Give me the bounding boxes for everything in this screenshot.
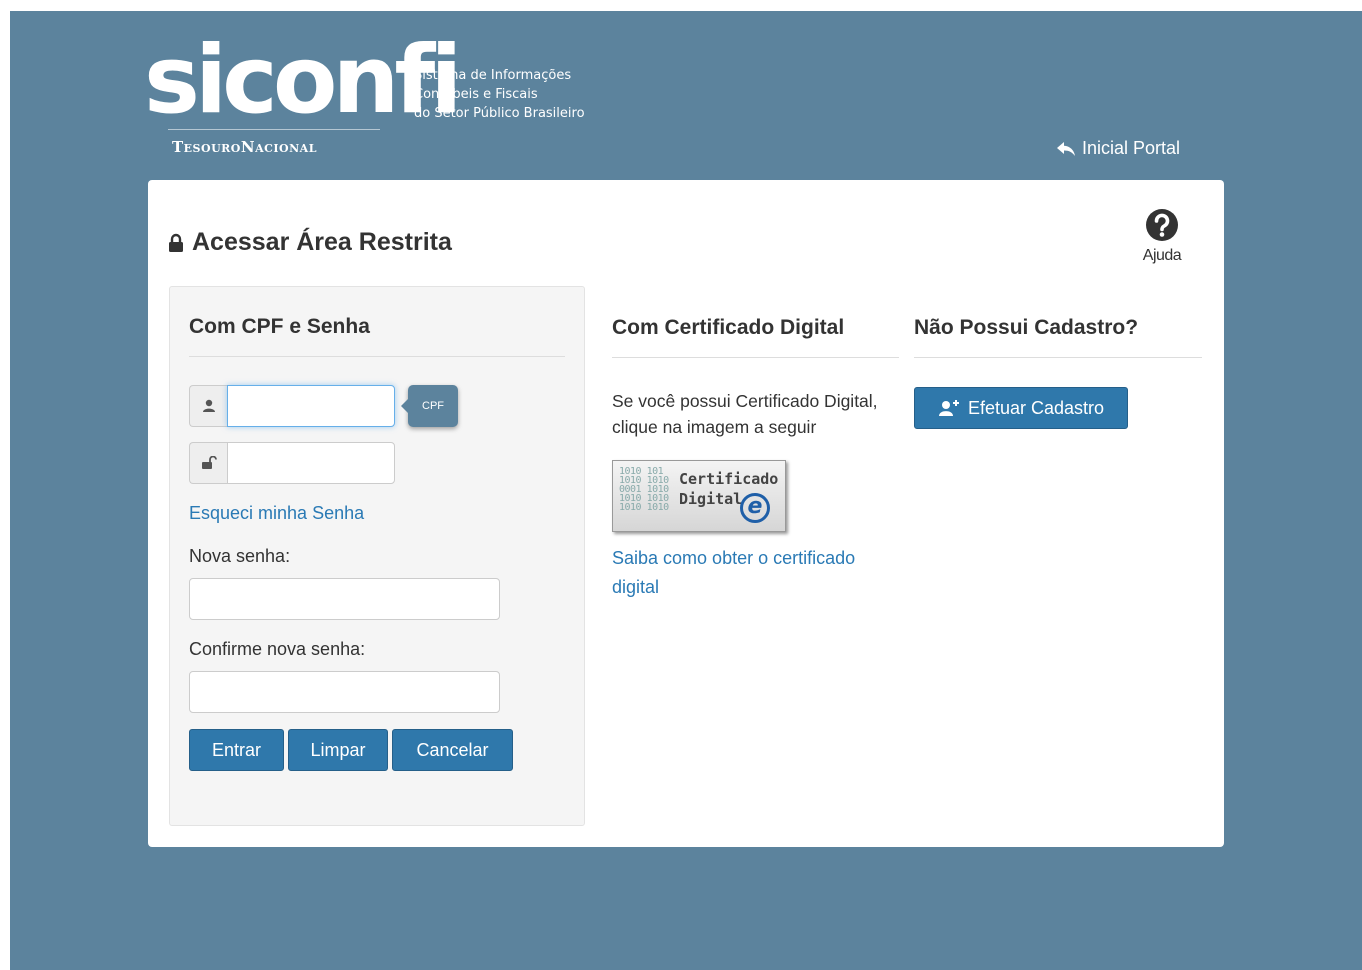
clear-button[interactable]: Limpar [288, 729, 388, 771]
tagline-line: Contábeis e Fiscais [414, 87, 538, 102]
cpf-login-form: Com CPF e Senha CPF Esqueci minha Senha [169, 286, 585, 826]
logo-tagline: Sistema de Informações Contábeis e Fisca… [414, 66, 585, 123]
cpf-heading: Com CPF e Senha [189, 315, 370, 338]
register-button-label: Efetuar Cadastro [967, 397, 1105, 418]
question-circle-icon [1146, 209, 1178, 241]
new-password-input[interactable] [189, 578, 500, 620]
cert-image-line2: Digital [679, 490, 743, 508]
inicial-portal-label: Inicial Portal [1082, 138, 1181, 158]
help-button[interactable]: Ajuda [1138, 208, 1186, 265]
tagline-line: do Setor Público Brasileiro [414, 106, 585, 121]
certificate-digital-image[interactable]: 1010 101 1010 1010 0001 1010 1010 1010 1010 … [612, 460, 786, 532]
binary-pattern: 1010 101 1010 1010 0001 1010 1010 1010 1010 … [619, 466, 669, 513]
help-label: Ajuda [1142, 247, 1182, 264]
logo-wordmark: siconfi [144, 26, 463, 135]
reply-arrow-icon [1057, 141, 1075, 156]
enter-button[interactable]: Entrar [189, 729, 284, 771]
cancel-button[interactable]: Cancelar [392, 729, 513, 771]
add-user-icon [938, 400, 959, 416]
tesouro-nacional-label: TesouroNacional [172, 138, 317, 156]
password-input-group [189, 442, 395, 484]
divider [914, 357, 1202, 358]
lock-icon [169, 233, 183, 252]
page-title-text: Acessar Área Restrita [192, 228, 452, 256]
siconfi-logo: siconfi Sistema de Informações Contábeis… [144, 32, 618, 167]
logo-divider [168, 129, 380, 130]
confirm-password-input[interactable] [189, 671, 500, 713]
register-heading: Não Possui Cadastro? [914, 316, 1139, 339]
unlock-icon [189, 442, 227, 484]
divider [612, 357, 899, 358]
certificate-info-link[interactable]: Saiba como obter o certificado digital [612, 544, 892, 602]
password-input[interactable] [227, 442, 395, 484]
cpf-input-group [189, 385, 395, 427]
cert-image-line1: Certificado [679, 470, 779, 488]
page-title: Acessar Área Restrita [168, 228, 452, 257]
tagline-line: Sistema de Informações [414, 68, 572, 83]
certificate-heading: Com Certificado Digital [612, 316, 845, 339]
cpf-tooltip: CPF [401, 385, 458, 427]
inicial-portal-link[interactable]: Inicial Portal [1056, 138, 1180, 159]
divider [189, 356, 565, 357]
e-icon: e [740, 493, 770, 523]
user-icon [189, 385, 227, 427]
register-button[interactable]: Efetuar Cadastro [914, 387, 1128, 429]
forgot-password-link[interactable]: Esqueci minha Senha [189, 503, 364, 524]
new-password-label: Nova senha: [189, 546, 291, 566]
certificate-instructions: Se você possui Certificado Digital, cliq… [612, 391, 878, 437]
login-panel: Acessar Área Restrita Ajuda Com CPF e Se… [148, 180, 1224, 847]
cpf-input[interactable] [227, 385, 395, 427]
confirm-password-label: Confirme nova senha: [189, 639, 366, 659]
